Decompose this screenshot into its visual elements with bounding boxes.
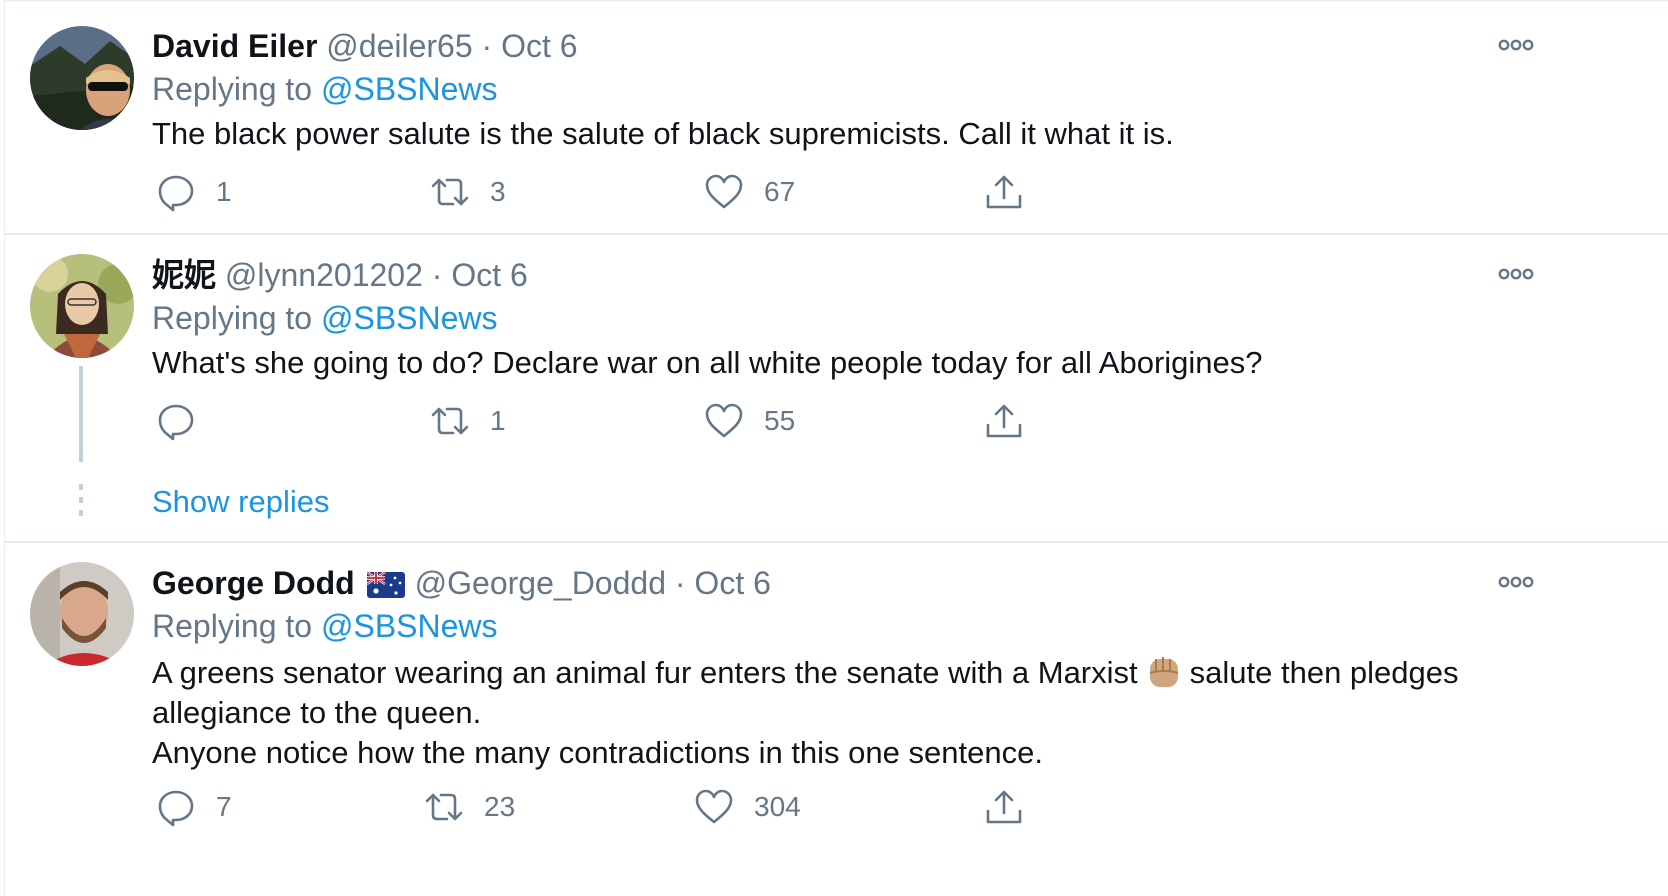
heart-icon <box>695 789 733 824</box>
retweet-button[interactable]: 23 <box>424 787 515 827</box>
more-options-button[interactable] <box>1496 264 1536 284</box>
more-icon <box>1498 576 1534 588</box>
thread-connector <box>79 366 83 462</box>
tweet-text-segment: salute then pledges <box>1189 655 1459 690</box>
thread-dots <box>79 484 83 523</box>
tweet-header: 妮妮 @lynn201202 · Oct 6 <box>152 255 528 295</box>
display-name[interactable]: George Dodd <box>152 565 355 601</box>
reply-button[interactable]: 1 <box>156 172 232 212</box>
user-handle[interactable]: @deiler65 <box>326 28 472 64</box>
tweet-text-line: What's she going to do? Declare war on a… <box>152 345 1263 380</box>
retweet-count: 3 <box>490 176 506 207</box>
retweet-count: 23 <box>484 791 516 822</box>
replying-prefix: Replying to <box>152 300 313 336</box>
display-name[interactable]: 妮妮 <box>152 257 216 293</box>
retweet-icon <box>431 407 469 435</box>
tweet-text-line: A greens senator wearing an animal fur e… <box>152 651 1592 693</box>
avatar[interactable] <box>30 26 134 130</box>
reply-button[interactable] <box>156 401 216 441</box>
tweet-text: The black power salute is the salute of … <box>152 114 1592 154</box>
more-options-button[interactable] <box>1496 572 1536 592</box>
share-button[interactable] <box>984 172 1024 212</box>
more-icon <box>1498 268 1534 280</box>
replying-to: Replying to @SBSNews <box>152 606 498 646</box>
reply-count: 1 <box>216 176 232 207</box>
user-handle[interactable]: @lynn201202 <box>225 257 423 293</box>
retweet-icon <box>431 178 469 206</box>
share-icon <box>986 790 1022 824</box>
tweet-divider <box>4 233 1668 235</box>
like-count: 67 <box>764 176 796 207</box>
replying-to: Replying to @SBSNews <box>152 298 498 338</box>
replying-prefix: Replying to <box>152 71 313 107</box>
replying-prefix: Replying to <box>152 608 313 644</box>
reply-icon <box>158 790 194 827</box>
heart-icon <box>705 174 743 209</box>
share-icon <box>986 175 1022 209</box>
replying-mention-link[interactable]: @SBSNews <box>321 71 498 107</box>
avatar-image <box>30 254 134 358</box>
raised-fist-icon <box>1149 657 1178 687</box>
separator-dot: · <box>431 257 443 293</box>
tweet-text-line: The black power salute is the salute of … <box>152 116 1174 151</box>
reply-icon <box>158 175 194 212</box>
show-replies-link[interactable]: Show replies <box>152 482 329 522</box>
retweet-icon <box>425 793 463 821</box>
reply-button[interactable]: 7 <box>156 787 232 827</box>
tweet-text-line: allegiance to the queen. <box>152 695 482 730</box>
replying-mention-link[interactable]: @SBSNews <box>321 300 498 336</box>
more-options-button[interactable] <box>1496 35 1536 55</box>
reply-icon <box>158 404 194 441</box>
like-button[interactable]: 304 <box>694 787 801 827</box>
avatar-image <box>30 562 134 666</box>
share-button[interactable] <box>984 401 1024 441</box>
retweet-button[interactable]: 1 <box>430 401 506 441</box>
user-handle[interactable]: @George_Doddd <box>415 565 666 601</box>
heart-icon <box>705 403 743 438</box>
separator-dot: · <box>674 565 686 601</box>
tweet-text-segment: A greens senator wearing an animal fur e… <box>152 655 1138 690</box>
separator-dot: · <box>481 28 493 64</box>
like-count: 55 <box>764 405 796 436</box>
replying-to: Replying to @SBSNews <box>152 69 498 109</box>
like-count: 304 <box>754 791 801 822</box>
retweet-count: 1 <box>490 405 506 436</box>
more-icon <box>1498 39 1534 51</box>
tweet-header: George Dodd @George_Doddd · Oct 6 <box>152 563 771 603</box>
tweet-text-line: Anyone notice how the many contradiction… <box>152 735 1043 770</box>
tweet-header: David Eiler @deiler65 · Oct 6 <box>152 26 578 66</box>
australia-flag-icon <box>366 572 405 598</box>
share-icon <box>986 404 1022 438</box>
like-button[interactable]: 55 <box>704 401 795 441</box>
reply-count: 7 <box>216 791 232 822</box>
tweet-text: A greens senator wearing an animal fur e… <box>152 651 1592 773</box>
retweet-button[interactable]: 3 <box>430 172 506 212</box>
tweet-date[interactable]: Oct 6 <box>451 257 527 293</box>
display-name[interactable]: David Eiler <box>152 28 317 64</box>
avatar-image <box>30 26 134 130</box>
avatar[interactable] <box>30 562 134 666</box>
avatar[interactable] <box>30 254 134 358</box>
tweet-date[interactable]: Oct 6 <box>694 565 770 601</box>
replying-mention-link[interactable]: @SBSNews <box>321 608 498 644</box>
tweet-date[interactable]: Oct 6 <box>501 28 577 64</box>
like-button[interactable]: 67 <box>704 172 795 212</box>
tweet-divider <box>4 541 1668 543</box>
tweet-text: What's she going to do? Declare war on a… <box>152 343 1592 383</box>
share-button[interactable] <box>984 787 1024 827</box>
